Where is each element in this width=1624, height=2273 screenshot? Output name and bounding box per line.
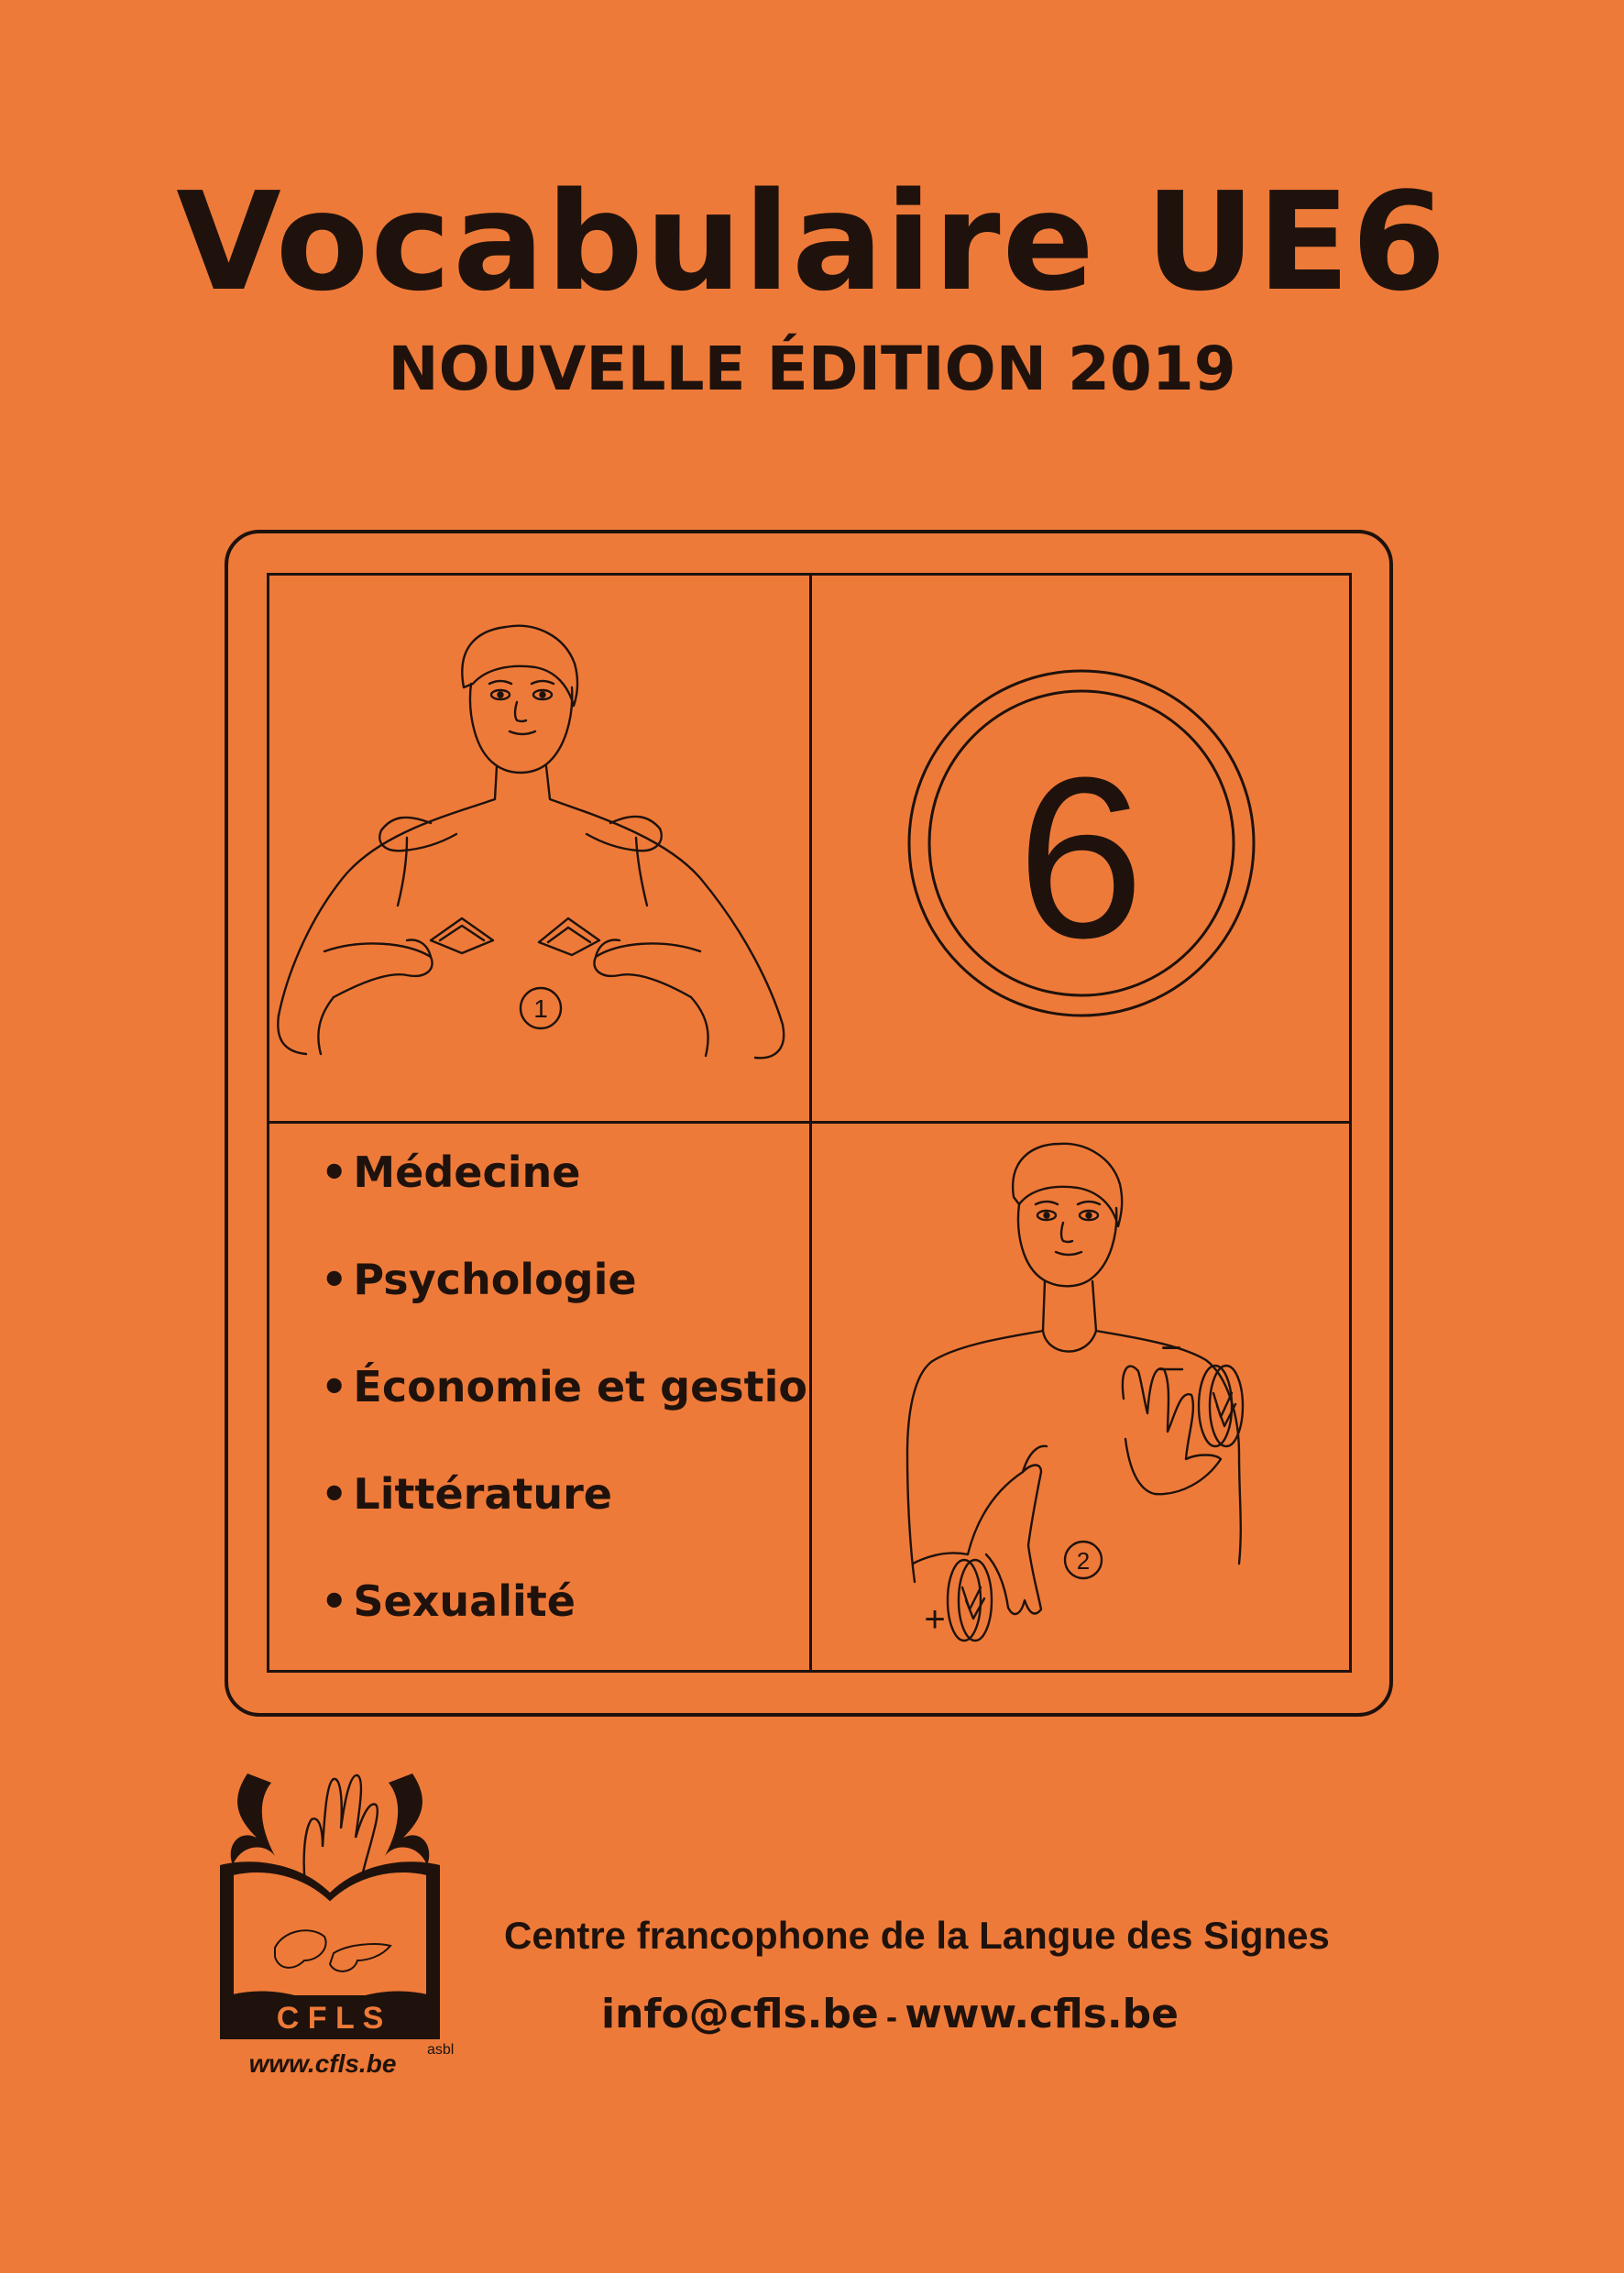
page-title: Vocabulaire UE6	[176, 163, 1448, 321]
unit-number: 6	[1016, 729, 1145, 985]
bullet-icon: •	[321, 1362, 348, 1411]
asbl-label: asbl	[427, 2042, 455, 2058]
list-item: • Sexualité	[321, 1573, 809, 1670]
right-hand	[585, 815, 663, 907]
person-hair	[461, 624, 579, 708]
edition-subtitle: NOUVELLE ÉDITION 2019	[388, 334, 1236, 404]
topic-label: Médecine	[353, 1147, 581, 1197]
website-link[interactable]: www.cfls.be	[905, 1991, 1179, 2037]
topics-list: • Médecine • Psychologie • Économie et gest…	[321, 1144, 809, 1670]
bullet-icon: •	[321, 1255, 348, 1304]
topic-label: Littérature	[353, 1469, 613, 1519]
movement-arrow-right	[537, 917, 601, 957]
left-hand	[379, 816, 458, 907]
movement-arrow-left	[429, 917, 495, 955]
bullet-icon: •	[321, 1469, 348, 1519]
sign-illustration-2: 2 − +	[812, 1124, 1349, 1670]
minus-sign: −	[1160, 1328, 1181, 1368]
contact-separator: -	[885, 2003, 898, 2035]
step-marker-2: 2	[1077, 1547, 1090, 1575]
bullet-icon: •	[321, 1147, 348, 1197]
sign-illustration-1: 1	[269, 576, 809, 1121]
bullet-icon: •	[321, 1576, 348, 1626]
email-link[interactable]: info@cfls.be	[601, 1991, 879, 2037]
list-item: • Médecine	[321, 1144, 809, 1251]
topic-label: Sexualité	[353, 1576, 576, 1626]
step-marker-1: 1	[533, 994, 548, 1023]
unit-number-cell: 6	[812, 576, 1349, 1121]
lower-hand	[911, 1464, 1043, 1616]
topic-label: Économie et gestion	[353, 1362, 809, 1411]
logo-url: www.cfls.be	[249, 2049, 397, 2078]
person-face	[468, 682, 574, 774]
contact-line: info@cfls.be - www.cfls.be	[0, 1991, 1624, 2037]
list-item: • Économie et gestion	[321, 1358, 809, 1466]
raised-hand	[1121, 1365, 1223, 1496]
logo-flame-right	[385, 1773, 430, 1865]
list-item: • Littérature	[321, 1466, 809, 1573]
organization-name: Centre francophone de la Langue des Sign…	[504, 1914, 1330, 1957]
topic-label: Psychologie	[353, 1255, 637, 1304]
cover-grid: 1 6 • Médecine • Psychologie • Économie et …	[267, 573, 1352, 1673]
logo-flame-left	[230, 1773, 275, 1865]
person-hair	[1011, 1142, 1124, 1228]
plus-sign: +	[924, 1599, 945, 1640]
list-item: • Psychologie	[321, 1251, 809, 1358]
person-face	[1016, 1202, 1118, 1288]
topics-cell: • Médecine • Psychologie • Économie et gest…	[269, 1124, 809, 1670]
